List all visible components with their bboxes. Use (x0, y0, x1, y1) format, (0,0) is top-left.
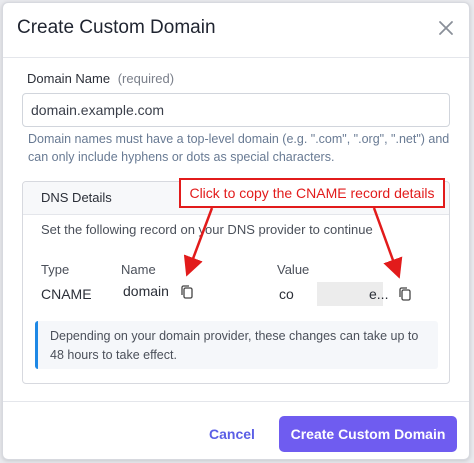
domain-name-label-text: Domain Name (27, 71, 111, 86)
domain-name-input[interactable] (22, 93, 450, 127)
record-name: domain (123, 283, 169, 299)
column-header-type: Type (41, 262, 70, 277)
create-custom-domain-button[interactable]: Create Custom Domain (279, 416, 457, 452)
dns-details-title: DNS Details (41, 190, 112, 205)
dns-details-panel: DNS Details Set the following record on … (22, 181, 450, 384)
propagation-info-note: Depending on your domain provider, these… (35, 321, 438, 369)
column-header-name: Name (121, 262, 156, 277)
domain-name-help-text: Domain names must have a top-level domai… (28, 132, 450, 164)
cancel-button[interactable]: Cancel (209, 426, 255, 442)
dialog-title: Create Custom Domain (17, 17, 216, 38)
copy-name-icon[interactable] (179, 284, 195, 300)
column-header-value: Value (277, 262, 310, 277)
annotation-callout: Click to copy the CNAME record details (179, 178, 445, 208)
close-icon[interactable] (435, 17, 457, 39)
domain-name-label: Domain Name (required) (27, 71, 174, 86)
record-value-suffix: e... (369, 286, 389, 302)
dialog-header: Create Custom Domain (3, 3, 469, 58)
record-type: CNAME (41, 286, 92, 302)
copy-value-icon[interactable] (397, 286, 413, 302)
dialog-footer: Cancel Create Custom Domain (3, 401, 469, 460)
create-custom-domain-dialog: Create Custom Domain Domain Name (requir… (2, 2, 470, 460)
required-hint: (required) (117, 71, 175, 86)
annotation-text: Click to copy the CNAME record details (189, 185, 435, 201)
record-value-prefix: co (279, 286, 294, 302)
dns-instructions: Set the following record on your DNS pro… (41, 222, 373, 237)
